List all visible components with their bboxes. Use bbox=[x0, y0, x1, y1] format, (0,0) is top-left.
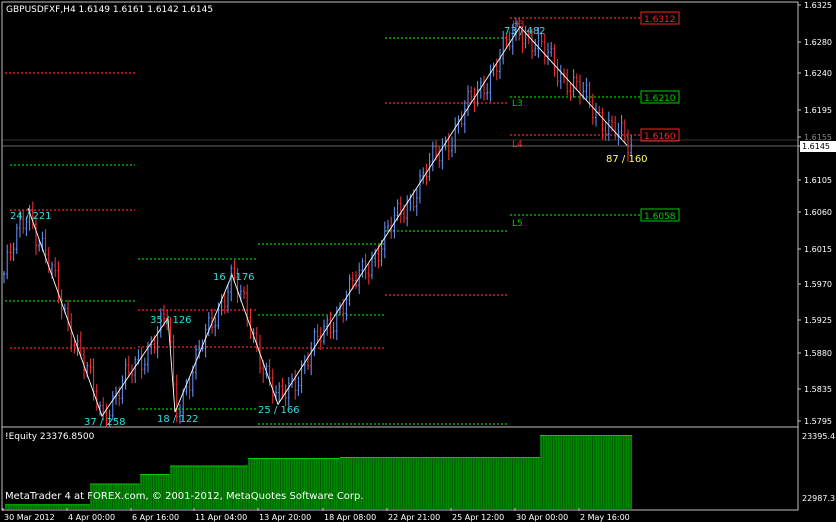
wave-label: 24 / 221 bbox=[10, 211, 52, 222]
level-price-label: 1.6210 bbox=[644, 94, 676, 104]
price-tick-label: 1.6060 bbox=[804, 208, 832, 217]
time-tick-label: 18 Apr 08:00 bbox=[324, 513, 376, 522]
current-price-marker: 1.6145 bbox=[800, 141, 836, 152]
price-tick-label: 1.6325 bbox=[804, 1, 832, 10]
price-tick-label: 1.6240 bbox=[804, 69, 832, 78]
price-tick-label: 1.5880 bbox=[804, 349, 832, 358]
time-tick-label: 25 Apr 12:00 bbox=[452, 513, 504, 522]
equity-bar bbox=[540, 435, 632, 509]
equity-axis-high: 23395.4 bbox=[802, 432, 835, 441]
symbol-ohlc-label: GBPUSDFXF,H4 1.6149 1.6161 1.6142 1.6145 bbox=[6, 5, 214, 15]
level-price-label: 1.6312 bbox=[644, 15, 676, 25]
wave-label: 35 / 126 bbox=[150, 315, 192, 326]
wave-label: 16 / 176 bbox=[213, 272, 255, 283]
wave-label: 87 / 160 bbox=[606, 154, 648, 165]
zigzag-indicator bbox=[27, 26, 628, 418]
level-price-label: 1.6160 bbox=[644, 132, 676, 142]
price-tick-label: 1.5835 bbox=[804, 385, 832, 394]
wave-label: 37 / 258 bbox=[84, 417, 126, 427]
time-tick-label: 4 Apr 00:00 bbox=[68, 513, 115, 522]
wave-label: 73 / 482 bbox=[504, 26, 546, 37]
time-tick-label: 22 Apr 21:00 bbox=[388, 513, 440, 522]
wave-label: 25 / 166 bbox=[258, 405, 300, 416]
price-chart[interactable]: 1.63121.62101.61601.6058H3L3L4L5 24 / 22… bbox=[0, 0, 836, 427]
time-tick-label: 30 Mar 2012 bbox=[4, 513, 55, 522]
time-tick-label: 6 Apr 16:00 bbox=[132, 513, 179, 522]
price-tick-label: 1.6195 bbox=[804, 106, 832, 115]
time-axis: 30 Mar 2012 4 Apr 00:00 6 Apr 16:00 11 Apr … bbox=[2, 508, 630, 522]
level-marker: L4 bbox=[512, 140, 523, 150]
price-tick-label: 1.6015 bbox=[804, 245, 832, 254]
time-tick-label: 30 Apr 00:00 bbox=[516, 513, 568, 522]
price-tick-label: 1.6105 bbox=[804, 176, 832, 185]
candlesticks bbox=[3, 17, 633, 427]
pivot-levels: 1.63121.62101.61601.6058H3L3L4L5 bbox=[5, 11, 680, 425]
wave-label: 18 / 122 bbox=[157, 414, 199, 425]
mt4-chart-window[interactable]: 1.6312 1.6210 1.6160 1.6058 H3 L3 L4 L5 24 / 22… bbox=[0, 0, 836, 522]
time-tick-label: 2 May 16:00 bbox=[580, 513, 630, 522]
price-tick-label: 1.5970 bbox=[804, 280, 832, 289]
price-tick-label: 1.5795 bbox=[804, 417, 832, 426]
time-tick-label: 11 Apr 04:00 bbox=[195, 513, 247, 522]
equity-label: !Equity 23376.8500 bbox=[5, 432, 95, 442]
time-tick-label: 13 Apr 20:00 bbox=[259, 513, 311, 522]
wave-labels: 24 / 221 37 / 258 35 / 126 18 / 122 16 / 176… bbox=[10, 26, 648, 427]
level-marker: L3 bbox=[512, 99, 523, 109]
level-marker: L5 bbox=[512, 219, 523, 229]
equity-bar bbox=[170, 466, 248, 509]
zigzag-line bbox=[27, 26, 628, 418]
copyright-text: MetaTrader 4 at FOREX.com, © 2001-2012, … bbox=[5, 491, 364, 502]
price-tick-label: 1.6280 bbox=[804, 38, 832, 47]
equity-axis-low: 22987.3 bbox=[802, 494, 835, 503]
level-price-label: 1.6058 bbox=[644, 212, 676, 222]
price-tick-label: 1.5925 bbox=[804, 316, 832, 325]
